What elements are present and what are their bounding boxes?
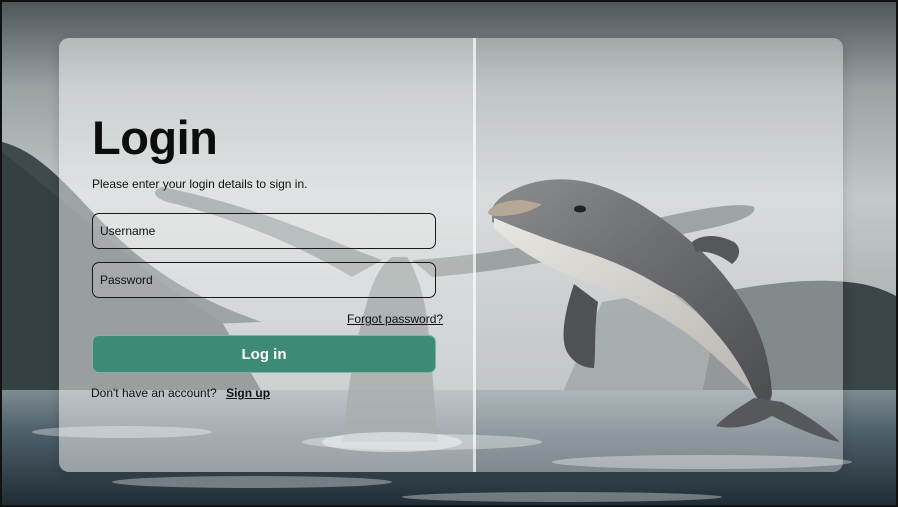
- page-title: Login: [92, 111, 218, 164]
- login-screen: Login Please enter your login details to…: [0, 0, 898, 507]
- signup-prompt: Don't have an account? Sign up: [91, 386, 270, 400]
- login-button[interactable]: Log in: [92, 335, 436, 373]
- no-account-text: Don't have an account?: [91, 386, 217, 400]
- signup-link[interactable]: Sign up: [226, 386, 270, 400]
- login-subtitle: Please enter your login details to sign …: [92, 177, 308, 191]
- password-input[interactable]: [92, 262, 436, 298]
- login-card: Login Please enter your login details to…: [59, 38, 843, 472]
- username-input[interactable]: [92, 213, 436, 249]
- image-panel: [476, 38, 843, 472]
- forgot-password-link[interactable]: Forgot password?: [347, 312, 443, 326]
- login-form-panel: [59, 38, 473, 472]
